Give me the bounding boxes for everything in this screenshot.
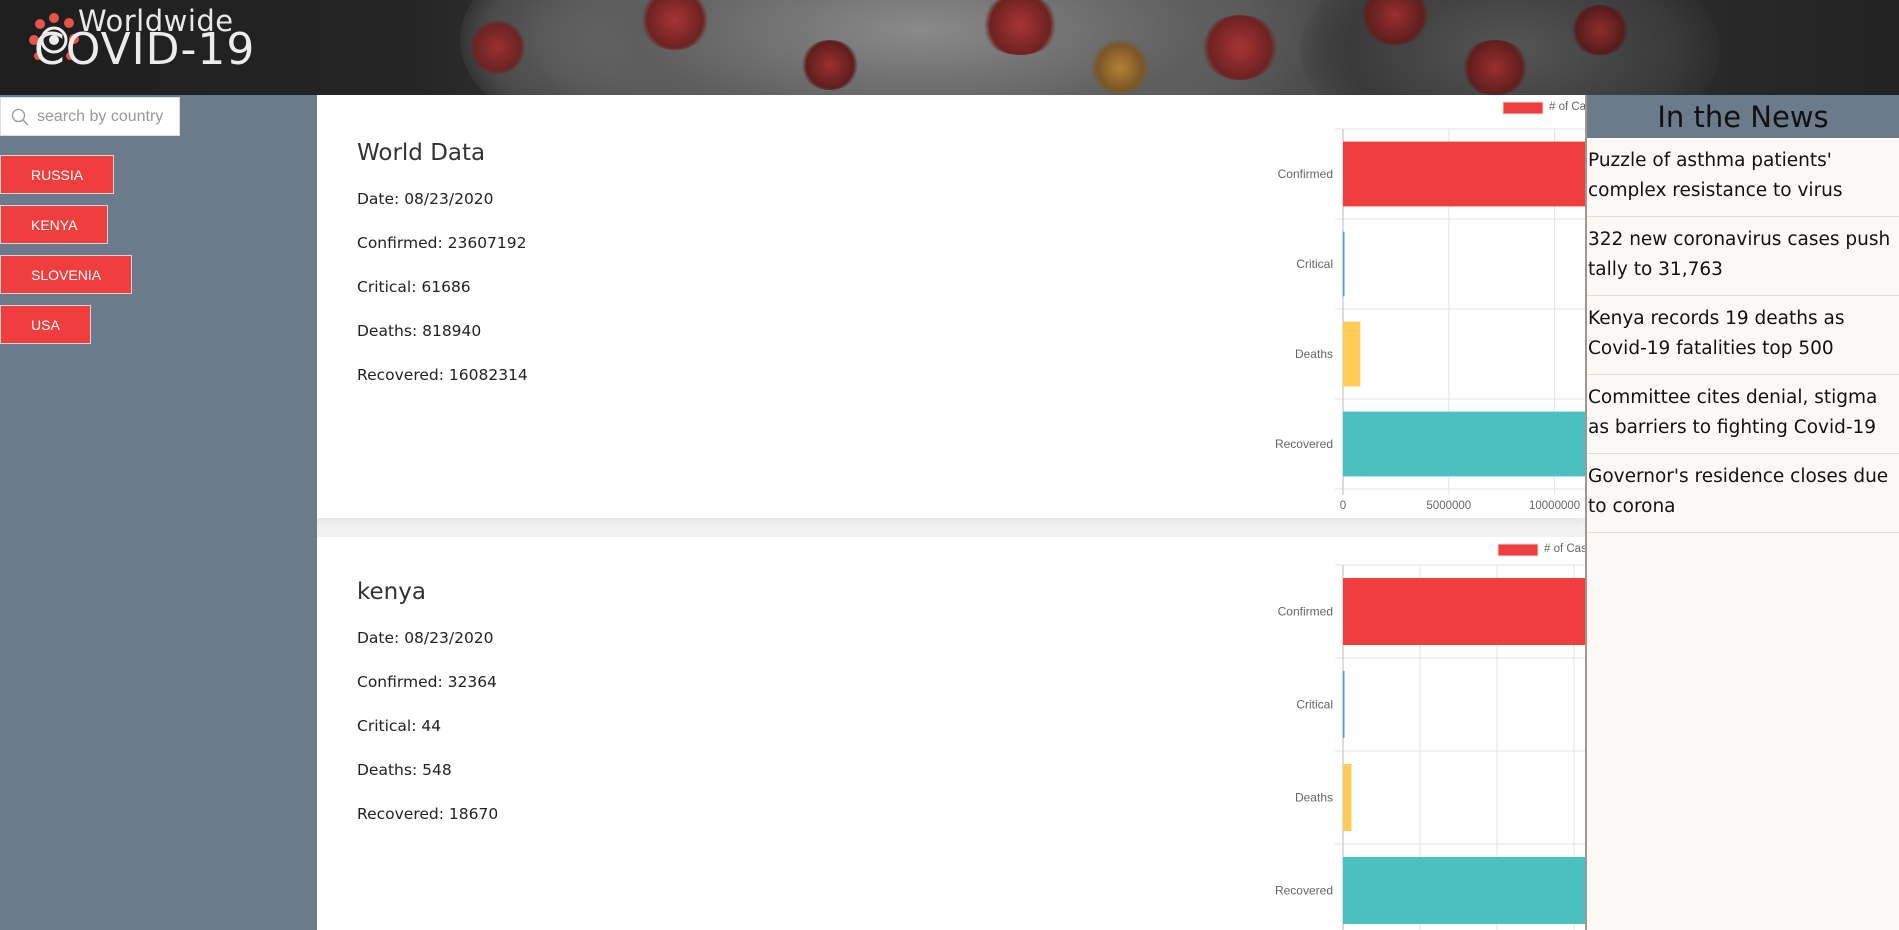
chart-category-label: Recovered [1275,884,1333,898]
country-date: Date: 08/23/2020 [357,629,494,647]
world-confirmed: Confirmed: 23607192 [357,234,527,252]
news-title: In the News [1657,99,1829,134]
chart-bar-critical [1343,231,1345,297]
chart-tick-label: 5000000 [1426,500,1471,512]
chart-category-label: Deaths [1295,347,1333,361]
world-deaths: Deaths: 818940 [357,322,482,340]
chart-category-label: Critical [1296,257,1333,271]
news-header: In the News [1587,95,1899,138]
chart-tick-label: 0 [1340,500,1346,512]
country-button-russia[interactable]: RUSSIA [0,155,115,194]
chart-category-label: Recovered [1275,437,1333,451]
world-critical: Critical: 61686 [357,278,471,296]
sidebar: RUSSIA KENYA SLOVENIA USA [0,95,317,930]
chart-bar-confirmed [1343,578,1585,645]
world-data-card: World Data Date: 08/23/2020 Confirmed: 2… [317,95,1585,518]
main-content: World Data Date: 08/23/2020 Confirmed: 2… [317,95,1585,930]
chart-bar-deaths [1343,764,1352,831]
news-item[interactable]: Puzzle of asthma patients' complex resis… [1587,138,1899,217]
header-banner: Worldwide COVID-19 [0,0,1899,95]
news-item[interactable]: 322 new coronavirus cases push tally to … [1587,217,1899,296]
country-confirmed: Confirmed: 32364 [357,673,497,691]
news-panel: In the News Puzzle of asthma patients' c… [1585,95,1899,930]
country-button-usa[interactable]: USA [0,305,91,344]
news-item[interactable]: Committee cites denial, stigma as barrie… [1587,375,1899,454]
chart-tick-label: 10000000 [1529,500,1580,512]
chart-legend-swatch [1502,101,1544,115]
country-button-kenya[interactable]: KENYA [0,205,109,244]
search-icon [11,108,29,125]
news-item[interactable]: Governor's residence closes due to coron… [1587,454,1899,533]
country-cases-chart: # of Cases Countrywide Confirmed Critical D… [1275,543,1585,930]
country-critical: Critical: 44 [357,717,442,735]
search-input[interactable] [37,107,169,126]
world-date: Date: 08/23/2020 [357,190,494,208]
country-data-card: kenya Date: 08/23/2020 Confirmed: 32364 … [317,537,1585,930]
search-box[interactable] [0,97,180,136]
chart-bar-confirmed [1343,141,1585,207]
site-logo[interactable]: Worldwide COVID-19 [26,4,316,75]
chart-bar-deaths [1343,321,1361,387]
chart-legend-label: # of Cases Worldwide [1549,101,1585,113]
country-card-title: kenya [357,579,426,605]
chart-legend-label: # of Cases Countrywide [1544,543,1585,555]
world-cases-chart: # of Cases Worldwide Confirmed Critical Dea… [1275,101,1585,512]
world-card-title: World Data [357,140,486,166]
logo-text-bottom: COVID-19 [34,24,256,75]
chart-category-label: Confirmed [1278,167,1333,181]
country-recovered: Recovered: 18670 [357,805,499,823]
news-item[interactable]: Kenya records 19 deaths as Covid-19 fata… [1587,296,1899,375]
chart-legend-swatch [1497,543,1539,557]
chart-bar-recovered [1343,857,1585,924]
chart-category-label: Critical [1296,698,1333,712]
country-button-slovenia[interactable]: SLOVENIA [0,255,133,294]
country-deaths: Deaths: 548 [357,761,452,779]
chart-bar-recovered [1343,411,1585,477]
chart-category-label: Confirmed [1278,605,1333,619]
chart-category-label: Deaths [1295,791,1333,805]
chart-bar-critical [1343,671,1345,738]
world-recovered: Recovered: 16082314 [357,366,528,384]
